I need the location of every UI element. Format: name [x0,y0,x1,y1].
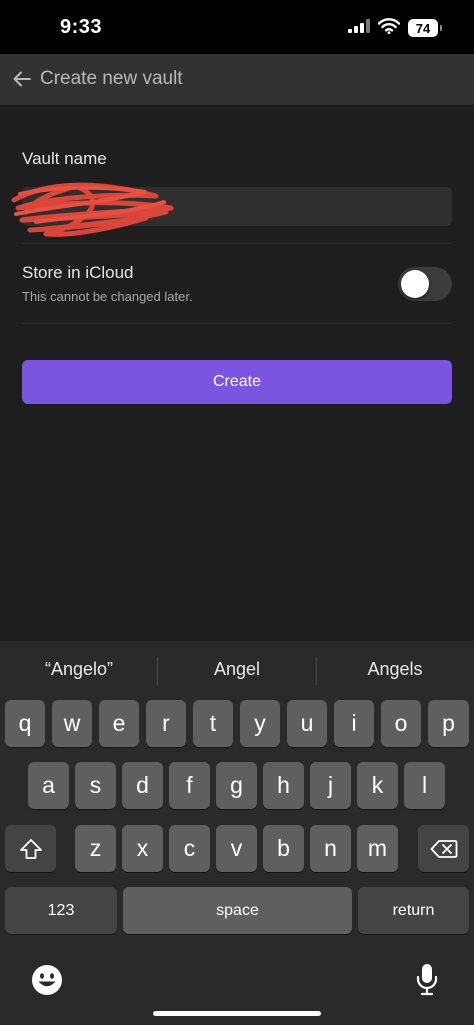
suggestion-1[interactable]: “Angelo” [0,659,158,680]
suggestion-3[interactable]: Angels [316,659,474,680]
key-c[interactable]: c [169,825,210,872]
key-k[interactable]: k [357,762,398,809]
numbers-key[interactable]: 123 [5,887,117,934]
toggle-knob [401,270,429,298]
key-l[interactable]: l [404,762,445,809]
key-u[interactable]: u [287,700,327,747]
create-button[interactable]: Create [22,360,452,404]
battery-icon: 74 [408,19,442,37]
key-w[interactable]: w [52,700,92,747]
shift-icon [19,838,42,859]
key-i[interactable]: i [334,700,374,747]
status-bar: 9:33 74 [0,0,474,54]
key-a[interactable]: a [28,762,69,809]
home-indicator [153,1011,321,1016]
delete-key[interactable] [418,825,469,872]
divider [22,243,452,244]
space-key[interactable]: space [123,887,352,934]
nav-header: Create new vault [0,54,474,106]
key-z[interactable]: z [75,825,116,872]
key-y[interactable]: y [240,700,280,747]
divider [22,323,452,324]
icloud-label: Store in iCloud [22,263,134,282]
key-n[interactable]: n [310,825,351,872]
suggestion-bar: “Angelo” Angel Angels [0,641,474,699]
suggestion-2[interactable]: Angel [158,659,316,680]
key-f[interactable]: f [169,762,210,809]
status-time: 9:33 [60,16,103,38]
key-q[interactable]: q [5,700,45,747]
icloud-sublabel: This cannot be changed later. [22,289,193,304]
key-g[interactable]: g [216,762,257,809]
vault-name-input[interactable] [22,187,452,226]
key-v[interactable]: v [216,825,257,872]
status-icons: 74 [348,17,442,39]
key-t[interactable]: t [193,700,233,747]
delete-icon [430,839,457,858]
wifi-icon [377,17,401,39]
key-s[interactable]: s [75,762,116,809]
key-p[interactable]: p [428,700,469,747]
icloud-toggle[interactable] [398,267,452,301]
key-b[interactable]: b [263,825,304,872]
cellular-signal-icon [348,18,370,38]
back-arrow-icon[interactable] [12,69,32,89]
key-r[interactable]: r [146,700,186,747]
shift-key[interactable] [5,825,56,872]
key-e[interactable]: e [99,700,139,747]
key-m[interactable]: m [357,825,398,872]
keyboard: “Angelo” Angel Angels q w e r t y u i o … [0,641,474,1025]
key-h[interactable]: h [263,762,304,809]
key-x[interactable]: x [122,825,163,872]
microphone-icon[interactable] [415,963,439,1002]
vault-name-label: Vault name [22,149,107,168]
key-j[interactable]: j [310,762,351,809]
key-o[interactable]: o [381,700,421,747]
page-title: Create new vault [40,68,183,89]
emoji-icon[interactable] [31,964,63,1001]
key-d[interactable]: d [122,762,163,809]
return-key[interactable]: return [358,887,469,934]
